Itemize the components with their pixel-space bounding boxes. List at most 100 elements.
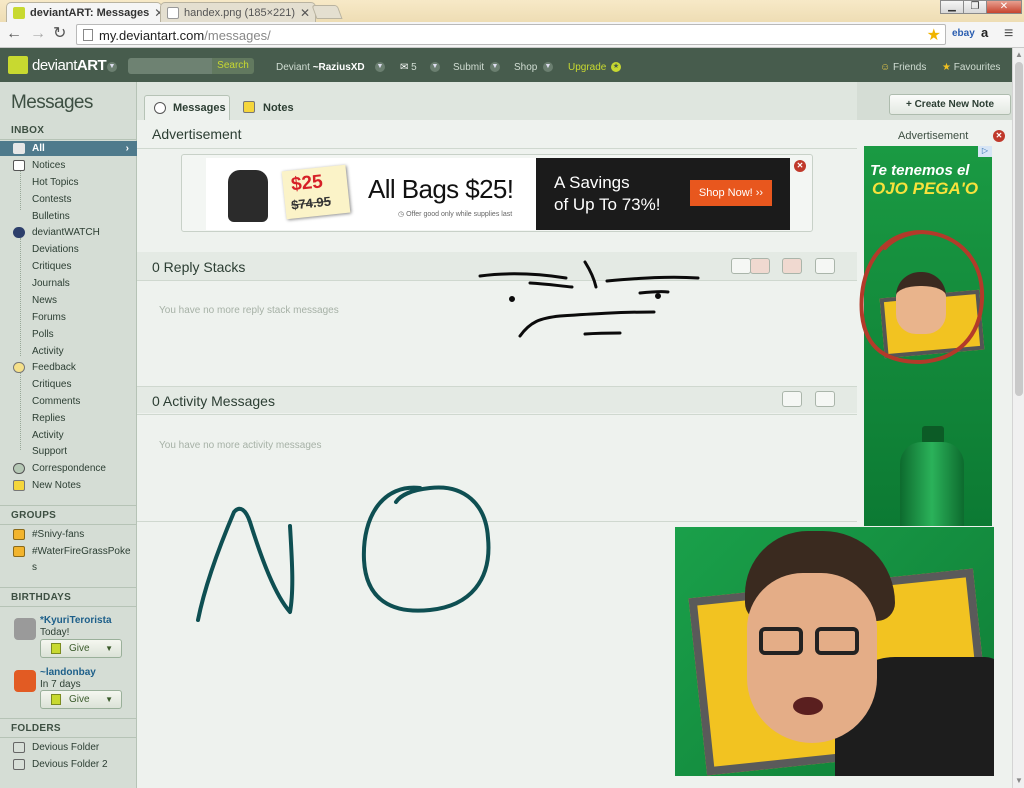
chevron-down-icon[interactable]: ▼ <box>430 62 440 72</box>
banner-ad-right: A Savings of Up To 73%! Shop Now! ›› <box>536 158 790 230</box>
reload-icon[interactable]: ↻ <box>53 25 66 43</box>
group-waterfiregrasspokes[interactable]: #WaterFireGrassPoke <box>0 544 137 559</box>
bookmark-star-icon[interactable]: ★ <box>927 25 941 45</box>
scroll-up-icon[interactable]: ▲ <box>1015 50 1023 59</box>
grid-view-icon[interactable] <box>750 258 770 274</box>
folder-devious-folder-2[interactable]: Devious Folder 2 <box>0 757 137 772</box>
upgrade-link[interactable]: Upgrade <box>568 62 606 73</box>
birthday-date: Today! <box>40 627 70 638</box>
stack-view-icon[interactable] <box>782 258 802 274</box>
shop-now-button[interactable]: Shop Now! ›› <box>690 180 772 206</box>
tab-messages[interactable]: Messages <box>144 95 230 121</box>
adchoices-icon[interactable]: ▷ <box>978 146 992 157</box>
sidebar-item-correspondence[interactable]: Correspondence <box>0 461 137 476</box>
avatar[interactable] <box>14 670 36 692</box>
minimize-button[interactable]: ▁ <box>940 0 964 14</box>
give-button[interactable]: Give ▼ <box>40 690 122 709</box>
chevron-right-icon: › <box>125 143 129 154</box>
chevron-down-icon[interactable]: ▼ <box>490 62 500 72</box>
page-scrollbar[interactable]: ▲ ▼ <box>1012 48 1024 788</box>
gift-icon <box>51 643 61 654</box>
folder-devious-folder[interactable]: Devious Folder <box>0 740 137 755</box>
back-arrow-icon[interactable]: ← <box>6 25 22 43</box>
sidebar-item-critiques[interactable]: Critiques <box>0 259 137 274</box>
shop-link[interactable]: Shop <box>514 62 537 73</box>
glasses-lens <box>815 627 859 655</box>
ebay-extension-icon[interactable]: ebay <box>952 28 975 39</box>
address-bar[interactable]: my.deviantart.com/messages/ ★ <box>76 24 946 45</box>
activity-messages-heading: 0 Activity Messages <box>152 393 275 409</box>
sidebar-item-journals[interactable]: Journals <box>0 276 137 291</box>
forward-arrow-icon[interactable]: → <box>30 25 46 43</box>
messages-count[interactable]: ✉ 5 <box>400 62 417 73</box>
sidebar-item-comments[interactable]: Comments <box>0 394 137 409</box>
soda-bottle-image <box>900 442 964 526</box>
give-button[interactable]: Give ▼ <box>40 639 122 658</box>
sidebar-item-deviations[interactable]: Deviations <box>0 242 137 257</box>
new-tab-button[interactable] <box>311 5 343 19</box>
sidebar-item-bulletins[interactable]: Bulletins <box>0 209 137 224</box>
browser-tab-handex[interactable]: handex.png (185×221) ✕ <box>160 2 316 22</box>
sidebar-item-new-notes[interactable]: New Notes <box>0 478 137 493</box>
sidebar-item-feedback-critiques[interactable]: Critiques <box>0 377 137 392</box>
groups-heading: GROUPS <box>11 510 57 521</box>
favourites-link[interactable]: ★ Favourites <box>942 62 1000 73</box>
ad-brand-slogan: OJO PEGA'O <box>872 179 979 198</box>
sidebar-item-all[interactable]: All › <box>0 141 137 156</box>
maximize-button[interactable]: ❐ <box>963 0 987 14</box>
birthday-username[interactable]: ~landonbay <box>40 667 96 678</box>
sidebar-item-deviantwatch[interactable]: deviantWATCH <box>0 225 137 240</box>
stack-view-icon[interactable] <box>782 391 802 407</box>
banner-ad[interactable]: $25 $74.95 All Bags $25! ◷ Offer good on… <box>206 158 790 230</box>
close-ad-icon[interactable]: ✕ <box>794 160 806 172</box>
amazon-extension-icon[interactable]: a <box>981 25 988 40</box>
sidebar-item-notices[interactable]: Notices <box>0 158 137 173</box>
messages-icon <box>13 143 25 154</box>
create-new-note-button[interactable]: + Create New Note <box>889 94 1011 115</box>
messages-sidebar: Messages INBOX All › Notices Hot Topics C… <box>0 82 137 788</box>
sidebar-item-support[interactable]: Support <box>0 444 137 459</box>
close-tab-icon[interactable]: ✕ <box>300 6 310 20</box>
user-menu[interactable]: Deviant ~RaziusXD <box>276 62 365 73</box>
friends-link[interactable]: ☺ Friends <box>880 62 926 73</box>
chevron-down-icon[interactable]: ▼ <box>107 62 117 72</box>
deviantart-logo-icon[interactable] <box>8 56 28 74</box>
chevron-down-icon[interactable]: ▼ <box>543 62 553 72</box>
divider <box>0 524 137 525</box>
sidebar-item-activity[interactable]: Activity <box>0 344 137 359</box>
search-input[interactable] <box>128 58 214 74</box>
submit-link[interactable]: Submit <box>453 62 484 73</box>
close-ad-icon[interactable]: ✕ <box>993 130 1005 142</box>
chevron-down-icon: ▼ <box>105 695 113 704</box>
scroll-down-icon[interactable]: ▼ <box>1015 776 1023 785</box>
backpack-image <box>228 170 268 222</box>
search-button[interactable]: Search <box>212 58 254 74</box>
sidebar-item-forums[interactable]: Forums <box>0 310 137 325</box>
chevron-down-icon[interactable]: ▼ <box>375 62 385 72</box>
sidebar-item-feedback-activity[interactable]: Activity <box>0 428 137 443</box>
sort-icon[interactable] <box>815 258 835 274</box>
sort-icon[interactable] <box>815 391 835 407</box>
browser-tab-messages[interactable]: deviantART: Messages ✕ <box>6 2 162 22</box>
tab-notes[interactable]: Notes <box>239 95 309 119</box>
menu-icon[interactable]: ≡ <box>1004 25 1013 43</box>
sidebar-item-polls[interactable]: Polls <box>0 327 137 342</box>
list-view-icon[interactable] <box>731 258 751 274</box>
group-snivy-fans[interactable]: #Snivy-fans <box>0 527 137 542</box>
sidebar-item-contests[interactable]: Contests <box>0 192 137 207</box>
sidebar-item-hot-topics[interactable]: Hot Topics <box>0 175 137 190</box>
sidebar-item-replies[interactable]: Replies <box>0 411 137 426</box>
folder-icon <box>13 759 25 770</box>
sidebar-item-news[interactable]: News <box>0 293 137 308</box>
deviantart-wordmark[interactable]: deviantART <box>32 57 107 74</box>
banner-ad-left: $25 $74.95 All Bags $25! ◷ Offer good on… <box>206 158 536 230</box>
close-window-button[interactable]: ✕ <box>986 0 1022 14</box>
sidebar-item-feedback[interactable]: Feedback <box>0 360 137 375</box>
avatar[interactable] <box>14 618 36 640</box>
group-name-wrap[interactable]: s <box>0 560 137 575</box>
scrollbar-thumb[interactable] <box>1015 62 1023 396</box>
ad-savings-text: A Savings of Up To 73%! <box>554 173 661 214</box>
skyscraper-ad[interactable]: ▷ Te tenemos el OJO PEGA'O <box>864 146 992 526</box>
birthday-username[interactable]: *KyuriTerorista <box>40 615 112 626</box>
birthday-date: In 7 days <box>40 679 81 690</box>
